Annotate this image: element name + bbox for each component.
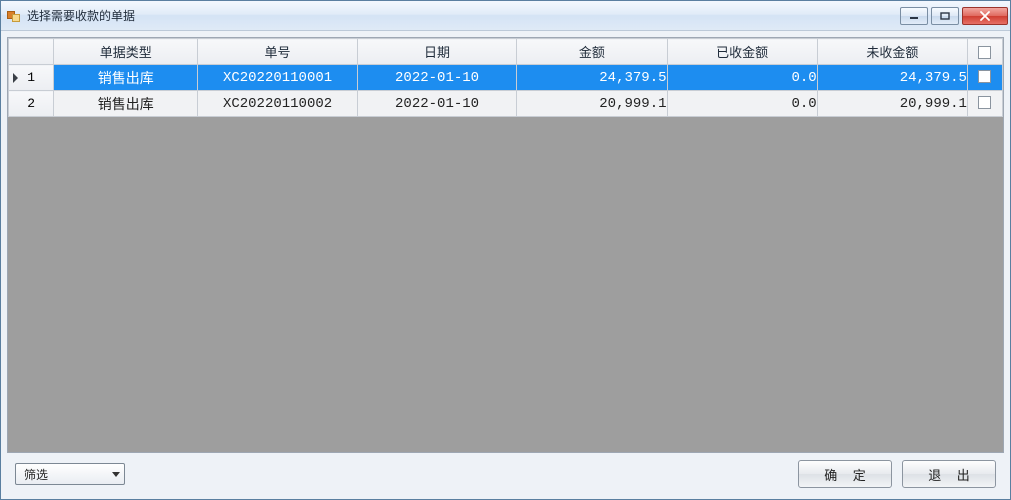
grid-header-row: 单据类型 单号 日期 金额 已收金额 未收金额 xyxy=(9,39,1003,65)
footer-bar: 筛选 确 定 退 出 xyxy=(7,453,1004,493)
cell-check[interactable] xyxy=(967,91,1002,117)
cell-amount[interactable]: 20,999.1 xyxy=(517,91,667,117)
row-index: 2 xyxy=(27,96,35,111)
window-title: 选择需要收款的单据 xyxy=(27,7,900,24)
cell-unreceived[interactable]: 24,379.5 xyxy=(817,65,967,91)
cell-type[interactable]: 销售出库 xyxy=(54,91,198,117)
cell-no[interactable]: XC20220110001 xyxy=(198,65,357,91)
check-all-checkbox[interactable] xyxy=(978,46,991,59)
chevron-down-icon xyxy=(112,472,120,477)
exit-button[interactable]: 退 出 xyxy=(902,460,996,488)
col-no[interactable]: 单号 xyxy=(198,39,357,65)
col-received[interactable]: 已收金额 xyxy=(667,39,817,65)
content-area: 单据类型 单号 日期 金额 已收金额 未收金额 xyxy=(1,31,1010,499)
col-unreceived[interactable]: 未收金额 xyxy=(817,39,967,65)
cell-amount[interactable]: 24,379.5 xyxy=(517,65,667,91)
row-checkbox[interactable] xyxy=(978,96,991,109)
cell-date[interactable]: 2022-01-10 xyxy=(357,91,516,117)
col-amount[interactable]: 金额 xyxy=(517,39,667,65)
col-check-all[interactable] xyxy=(967,39,1002,65)
cell-type[interactable]: 销售出库 xyxy=(54,65,198,91)
table-row[interactable]: 1 销售出库 XC20220110001 2022-01-10 24,379.5… xyxy=(9,65,1003,91)
row-header-corner[interactable] xyxy=(9,39,54,65)
data-grid[interactable]: 单据类型 单号 日期 金额 已收金额 未收金额 xyxy=(7,37,1004,453)
row-indicator[interactable]: 1 xyxy=(9,65,54,91)
cell-check[interactable] xyxy=(967,65,1002,91)
cell-received[interactable]: 0.0 xyxy=(667,65,817,91)
cell-no[interactable]: XC20220110002 xyxy=(198,91,357,117)
cell-date[interactable]: 2022-01-10 xyxy=(357,65,516,91)
current-row-triangle-icon xyxy=(13,73,18,83)
cell-unreceived[interactable]: 20,999.1 xyxy=(817,91,967,117)
row-checkbox[interactable] xyxy=(978,70,991,83)
dialog-window: 选择需要收款的单据 xyxy=(0,0,1011,500)
col-date[interactable]: 日期 xyxy=(357,39,516,65)
ok-label: 确 定 xyxy=(824,465,872,484)
row-indicator[interactable]: 2 xyxy=(9,91,54,117)
minimize-button[interactable] xyxy=(900,7,928,25)
window-controls xyxy=(900,7,1008,25)
app-icon xyxy=(7,9,21,23)
col-type[interactable]: 单据类型 xyxy=(54,39,198,65)
ok-button[interactable]: 确 定 xyxy=(798,460,892,488)
table-row[interactable]: 2 销售出库 XC20220110002 2022-01-10 20,999.1… xyxy=(9,91,1003,117)
exit-label: 退 出 xyxy=(928,465,976,484)
close-button[interactable] xyxy=(962,7,1008,25)
row-index: 1 xyxy=(27,70,35,85)
titlebar[interactable]: 选择需要收款的单据 xyxy=(1,1,1010,31)
cell-received[interactable]: 0.0 xyxy=(667,91,817,117)
filter-label: 筛选 xyxy=(24,466,48,483)
filter-combobox[interactable]: 筛选 xyxy=(15,463,125,485)
maximize-button[interactable] xyxy=(931,7,959,25)
